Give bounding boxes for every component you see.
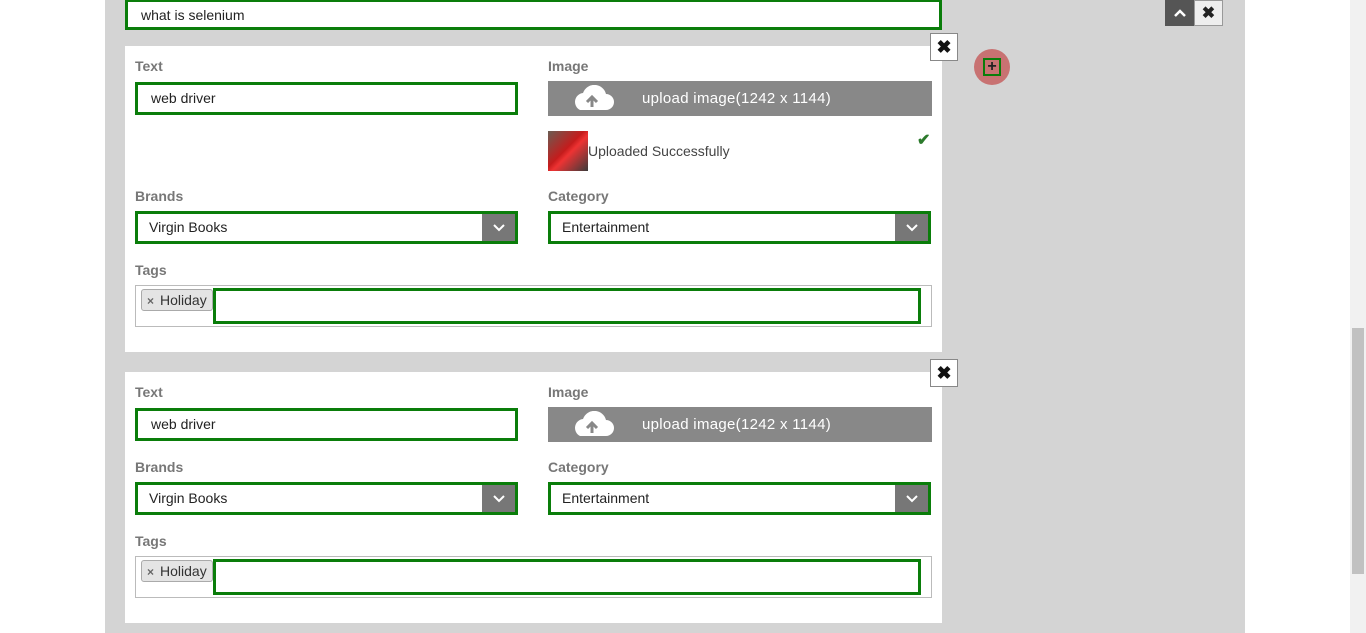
category-select-value: Entertainment (562, 490, 650, 506)
tags-label: Tags (135, 533, 167, 549)
option-card-2: Text web driver Image upload image(1242 … (125, 372, 942, 623)
chevron-up-icon (1173, 8, 1186, 17)
brand-select[interactable]: Virgin Books (135, 211, 518, 244)
chevron-down-icon (895, 214, 928, 241)
upload-label: upload image(1242 x 1144) (642, 416, 832, 433)
checkmark-icon: ✔ (917, 132, 931, 149)
remove-tag-icon[interactable]: × (147, 294, 154, 308)
add-option-button[interactable]: + (974, 49, 1010, 85)
close-icon: ✖ (936, 36, 952, 57)
cloud-upload-icon (575, 85, 614, 110)
category-select[interactable]: Entertainment (548, 482, 931, 515)
brands-label: Brands (135, 188, 184, 204)
upload-image-button[interactable]: upload image(1242 x 1144) (548, 407, 932, 442)
brand-select-value: Virgin Books (149, 219, 228, 235)
category-select-value: Entertainment (562, 219, 650, 235)
close-icon: ✖ (1201, 5, 1216, 22)
chevron-down-icon (482, 485, 515, 512)
remove-tag-icon[interactable]: × (147, 565, 154, 579)
cloud-upload-icon (575, 411, 614, 436)
upload-image-button[interactable]: upload image(1242 x 1144) (548, 81, 932, 116)
uploaded-image-thumbnail (548, 131, 588, 171)
option-card-1: Text web driver Image upload image(1242 … (125, 46, 942, 352)
tag-chip: × Holiday (141, 560, 213, 582)
text-input[interactable]: web driver (135, 408, 518, 441)
plus-icon: + (983, 58, 1001, 76)
chevron-down-icon (895, 485, 928, 512)
upload-label: upload image(1242 x 1144) (642, 90, 832, 107)
upload-status-text: Uploaded Successfully (588, 143, 730, 159)
remove-question-button[interactable]: ✖ (1194, 0, 1223, 26)
category-label: Category (548, 188, 609, 204)
chevron-down-icon (482, 214, 515, 241)
tag-label: Holiday (160, 292, 207, 308)
move-up-button[interactable] (1165, 0, 1194, 26)
category-label: Category (548, 459, 609, 475)
image-label: Image (548, 58, 589, 74)
text-label: Text (135, 384, 163, 400)
remove-card-button[interactable]: ✖ (930, 359, 958, 387)
scrollbar-thumb[interactable] (1352, 328, 1364, 574)
question-input[interactable]: what is selenium (125, 0, 942, 30)
tag-input[interactable] (213, 559, 921, 595)
remove-card-button[interactable]: ✖ (930, 33, 958, 61)
tag-chip: × Holiday (141, 289, 213, 311)
brands-label: Brands (135, 459, 184, 475)
category-select[interactable]: Entertainment (548, 211, 931, 244)
tag-input[interactable] (213, 288, 921, 324)
image-label: Image (548, 384, 589, 400)
tags-field[interactable]: × Holiday (135, 556, 932, 598)
tags-label: Tags (135, 262, 167, 278)
tags-field[interactable]: × Holiday (135, 285, 932, 327)
brand-select-value: Virgin Books (149, 490, 228, 506)
close-icon: ✖ (936, 362, 952, 383)
brand-select[interactable]: Virgin Books (135, 482, 518, 515)
text-input[interactable]: web driver (135, 82, 518, 115)
text-label: Text (135, 58, 163, 74)
tag-label: Holiday (160, 563, 207, 579)
